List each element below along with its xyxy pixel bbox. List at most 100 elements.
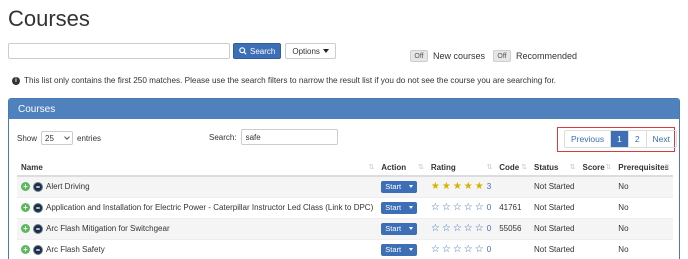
name-cell: + Application and Installation for Electr…	[17, 197, 378, 219]
entries-select[interactable]: 25	[41, 131, 74, 145]
rating-count[interactable]: 3	[487, 182, 491, 191]
search-input[interactable]	[8, 43, 230, 59]
prerequisites-cell: No	[614, 176, 673, 198]
star-full-icon: ★	[463, 180, 473, 192]
column-header-score[interactable]: Score ⇅	[578, 159, 615, 177]
previous-page-button[interactable]: Previous	[565, 131, 610, 147]
score-cell	[578, 197, 615, 219]
start-button-label: Start	[385, 203, 402, 212]
course-icon	[33, 244, 43, 255]
expand-plus-icon[interactable]: +	[21, 224, 30, 233]
prerequisites-cell: No	[614, 239, 673, 259]
prerequisites-cell: No	[614, 197, 673, 219]
star-empty-icon: ☆	[430, 201, 440, 213]
course-icon	[33, 223, 43, 234]
start-button[interactable]: Start	[381, 180, 418, 193]
star-empty-icon: ☆	[463, 222, 473, 234]
pagination: Previous 1 2 Next	[564, 130, 678, 148]
star-empty-icon: ☆	[430, 222, 440, 234]
column-header-status[interactable]: Status ⇅	[530, 159, 579, 177]
action-cell: Start	[377, 239, 427, 259]
info-icon: i	[12, 76, 20, 85]
code-cell	[495, 239, 531, 259]
options-button-label: Options	[292, 46, 320, 56]
expand-plus-icon[interactable]: +	[21, 203, 30, 212]
star-empty-icon: ☆	[463, 201, 473, 213]
rating-count[interactable]: 0	[487, 224, 491, 233]
column-header-action[interactable]: Action ⇅	[377, 159, 427, 177]
action-cell: Start	[377, 176, 427, 198]
star-empty-icon: ☆	[441, 201, 451, 213]
expand-plus-icon[interactable]: +	[21, 245, 30, 254]
page-2-button[interactable]: 2	[627, 131, 646, 147]
score-cell	[578, 239, 615, 259]
rating-count[interactable]: 0	[487, 245, 491, 254]
page-title: Courses	[8, 6, 90, 31]
start-button[interactable]: Start	[381, 201, 418, 214]
rating-count[interactable]: 0	[487, 203, 491, 212]
filter-input[interactable]: safe	[240, 129, 338, 145]
sort-icon: ⇅	[664, 164, 670, 171]
notice-text: This list only contains the first 250 ma…	[24, 76, 556, 85]
table-header-row: Name ⇅ Action ⇅ Rating ⇅ Code ⇅ Status ⇅ Scor…	[17, 159, 673, 177]
course-name[interactable]: Application and Installation for Electri…	[46, 203, 373, 212]
score-cell	[578, 218, 615, 240]
start-button-label: Start	[385, 224, 402, 233]
recommended-label: Recommended	[516, 51, 578, 61]
rating-cell: ★ ★ ★ ★ ★ 3	[426, 176, 496, 198]
options-button[interactable]: Options	[285, 43, 336, 59]
course-name[interactable]: Arc Flash Mitigation for Switchgear	[46, 224, 170, 233]
table-row: + Arc Flash Mitigation for Switchgear Star…	[17, 218, 673, 240]
course-name[interactable]: Alert Driving	[46, 182, 90, 191]
action-cell: Start	[377, 197, 427, 219]
rating-stars[interactable]: ☆ ☆ ☆ ☆ ☆	[430, 222, 484, 234]
name-cell: + Arc Flash Mitigation for Switchgear	[17, 218, 378, 240]
page-1-button[interactable]: 1	[610, 131, 628, 147]
show-label: Show	[17, 133, 38, 143]
search-bar: Search Options	[8, 43, 336, 59]
chevron-down-icon	[64, 134, 70, 140]
expand-plus-icon[interactable]: +	[21, 182, 30, 192]
column-header-prerequisites[interactable]: Prerequisites ⇅	[614, 159, 673, 177]
sort-icon: ⇅	[486, 164, 493, 171]
start-button[interactable]: Start	[381, 243, 418, 256]
caret-down-icon	[409, 248, 414, 251]
rating-stars[interactable]: ☆ ☆ ☆ ☆ ☆	[430, 201, 484, 213]
star-empty-icon: ☆	[430, 243, 440, 255]
column-header-code[interactable]: Code ⇅	[495, 159, 531, 177]
start-button-label: Start	[385, 182, 402, 192]
name-cell: + Alert Driving	[17, 176, 378, 198]
rating-cell: ☆ ☆ ☆ ☆ ☆ 0	[426, 218, 496, 240]
search-icon	[239, 47, 247, 55]
action-cell: Start	[377, 218, 427, 240]
star-full-icon: ★	[474, 180, 484, 192]
rating-stars[interactable]: ☆ ☆ ☆ ☆ ☆	[430, 243, 484, 255]
star-empty-icon: ☆	[452, 201, 462, 213]
course-icon	[33, 202, 43, 213]
rating-stars[interactable]: ★ ★ ★ ★ ★	[431, 180, 484, 192]
column-header-rating[interactable]: Rating ⇅	[426, 159, 496, 177]
table-filter: Search: safe	[209, 129, 338, 145]
next-page-button[interactable]: Next	[645, 131, 676, 147]
star-empty-icon: ☆	[452, 243, 462, 255]
courses-panel: Courses Show 25 entries Search: safe Pre…	[8, 98, 680, 259]
sort-icon: ⇅	[418, 164, 424, 171]
length-control: Show 25 entries	[17, 131, 101, 145]
course-name[interactable]: Arc Flash Safety	[46, 245, 105, 254]
table-row: + Alert Driving Start ★ ★ ★ ★ ★ 3 Not Started No	[17, 176, 673, 198]
code-cell: 55056	[495, 218, 531, 240]
table-body: + Alert Driving Start ★ ★ ★ ★ ★ 3 Not Started No + A…	[17, 176, 673, 259]
star-full-icon: ★	[452, 180, 462, 192]
column-header-name[interactable]: Name ⇅	[17, 159, 378, 177]
sort-icon: ⇅	[368, 164, 375, 171]
search-button[interactable]: Search	[233, 43, 282, 59]
score-cell	[578, 176, 615, 198]
start-button[interactable]: Start	[381, 222, 418, 235]
filter-label: Search:	[209, 132, 237, 142]
star-full-icon: ★	[441, 180, 451, 192]
courses-table: Name ⇅ Action ⇅ Rating ⇅ Code ⇅ Status ⇅ Scor…	[17, 159, 673, 259]
new-courses-toggle[interactable]: Off	[410, 50, 428, 62]
recommended-toggle[interactable]: Off	[493, 50, 512, 62]
status-cell: Not Started	[530, 176, 579, 198]
status-cell: Not Started	[530, 239, 579, 259]
